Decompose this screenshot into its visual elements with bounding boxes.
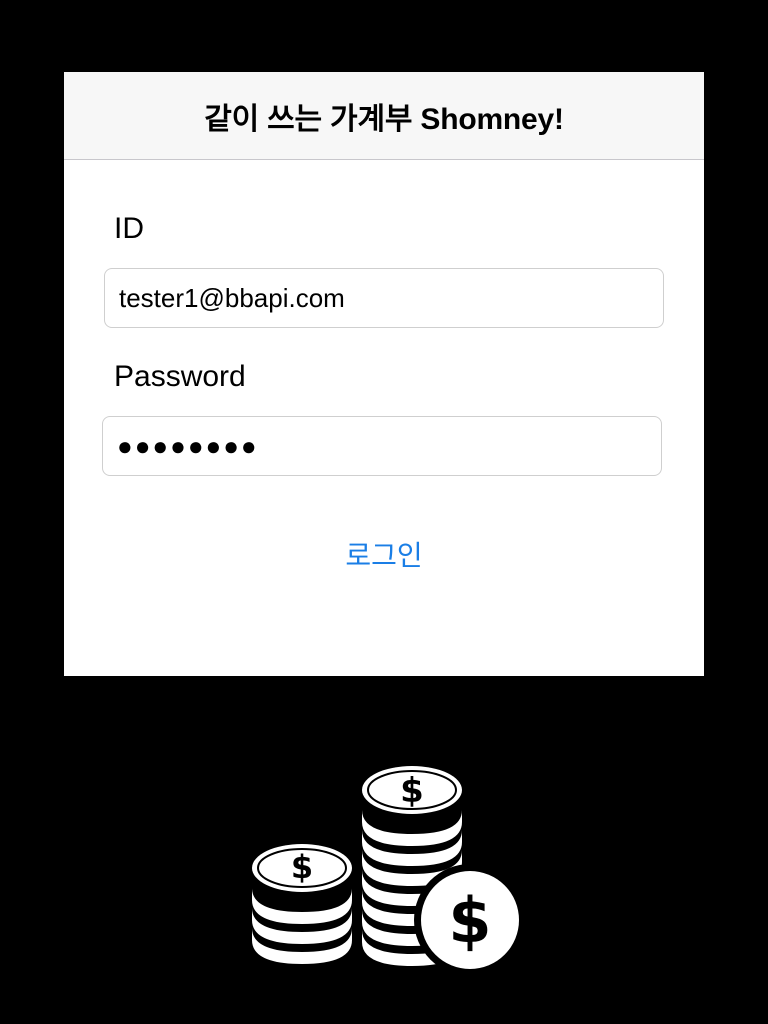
login-button[interactable]: 로그인 xyxy=(64,534,704,574)
login-screen: 같이 쓰는 가계부 Shomney! ID tester1@bbapi.com … xyxy=(0,0,768,1024)
right-coin-dollar: $ xyxy=(400,771,424,811)
navigation-bar: 같이 쓰는 가계부 Shomney! xyxy=(64,72,704,160)
login-panel: 같이 쓰는 가계부 Shomney! ID tester1@bbapi.com … xyxy=(64,72,704,676)
password-field[interactable]: ●●●●●●●● xyxy=(102,416,662,476)
coin-stack-icon: $ $ $ xyxy=(252,766,524,972)
front-coin-dollar: $ xyxy=(448,884,491,957)
left-coin-dollar: $ xyxy=(291,848,313,886)
id-field[interactable]: tester1@bbapi.com xyxy=(104,268,664,328)
page-title: 같이 쓰는 가계부 Shomney! xyxy=(204,102,564,136)
left-coin-stack: $ xyxy=(252,844,352,964)
id-label: ID xyxy=(114,212,144,245)
password-label: Password xyxy=(114,360,246,393)
